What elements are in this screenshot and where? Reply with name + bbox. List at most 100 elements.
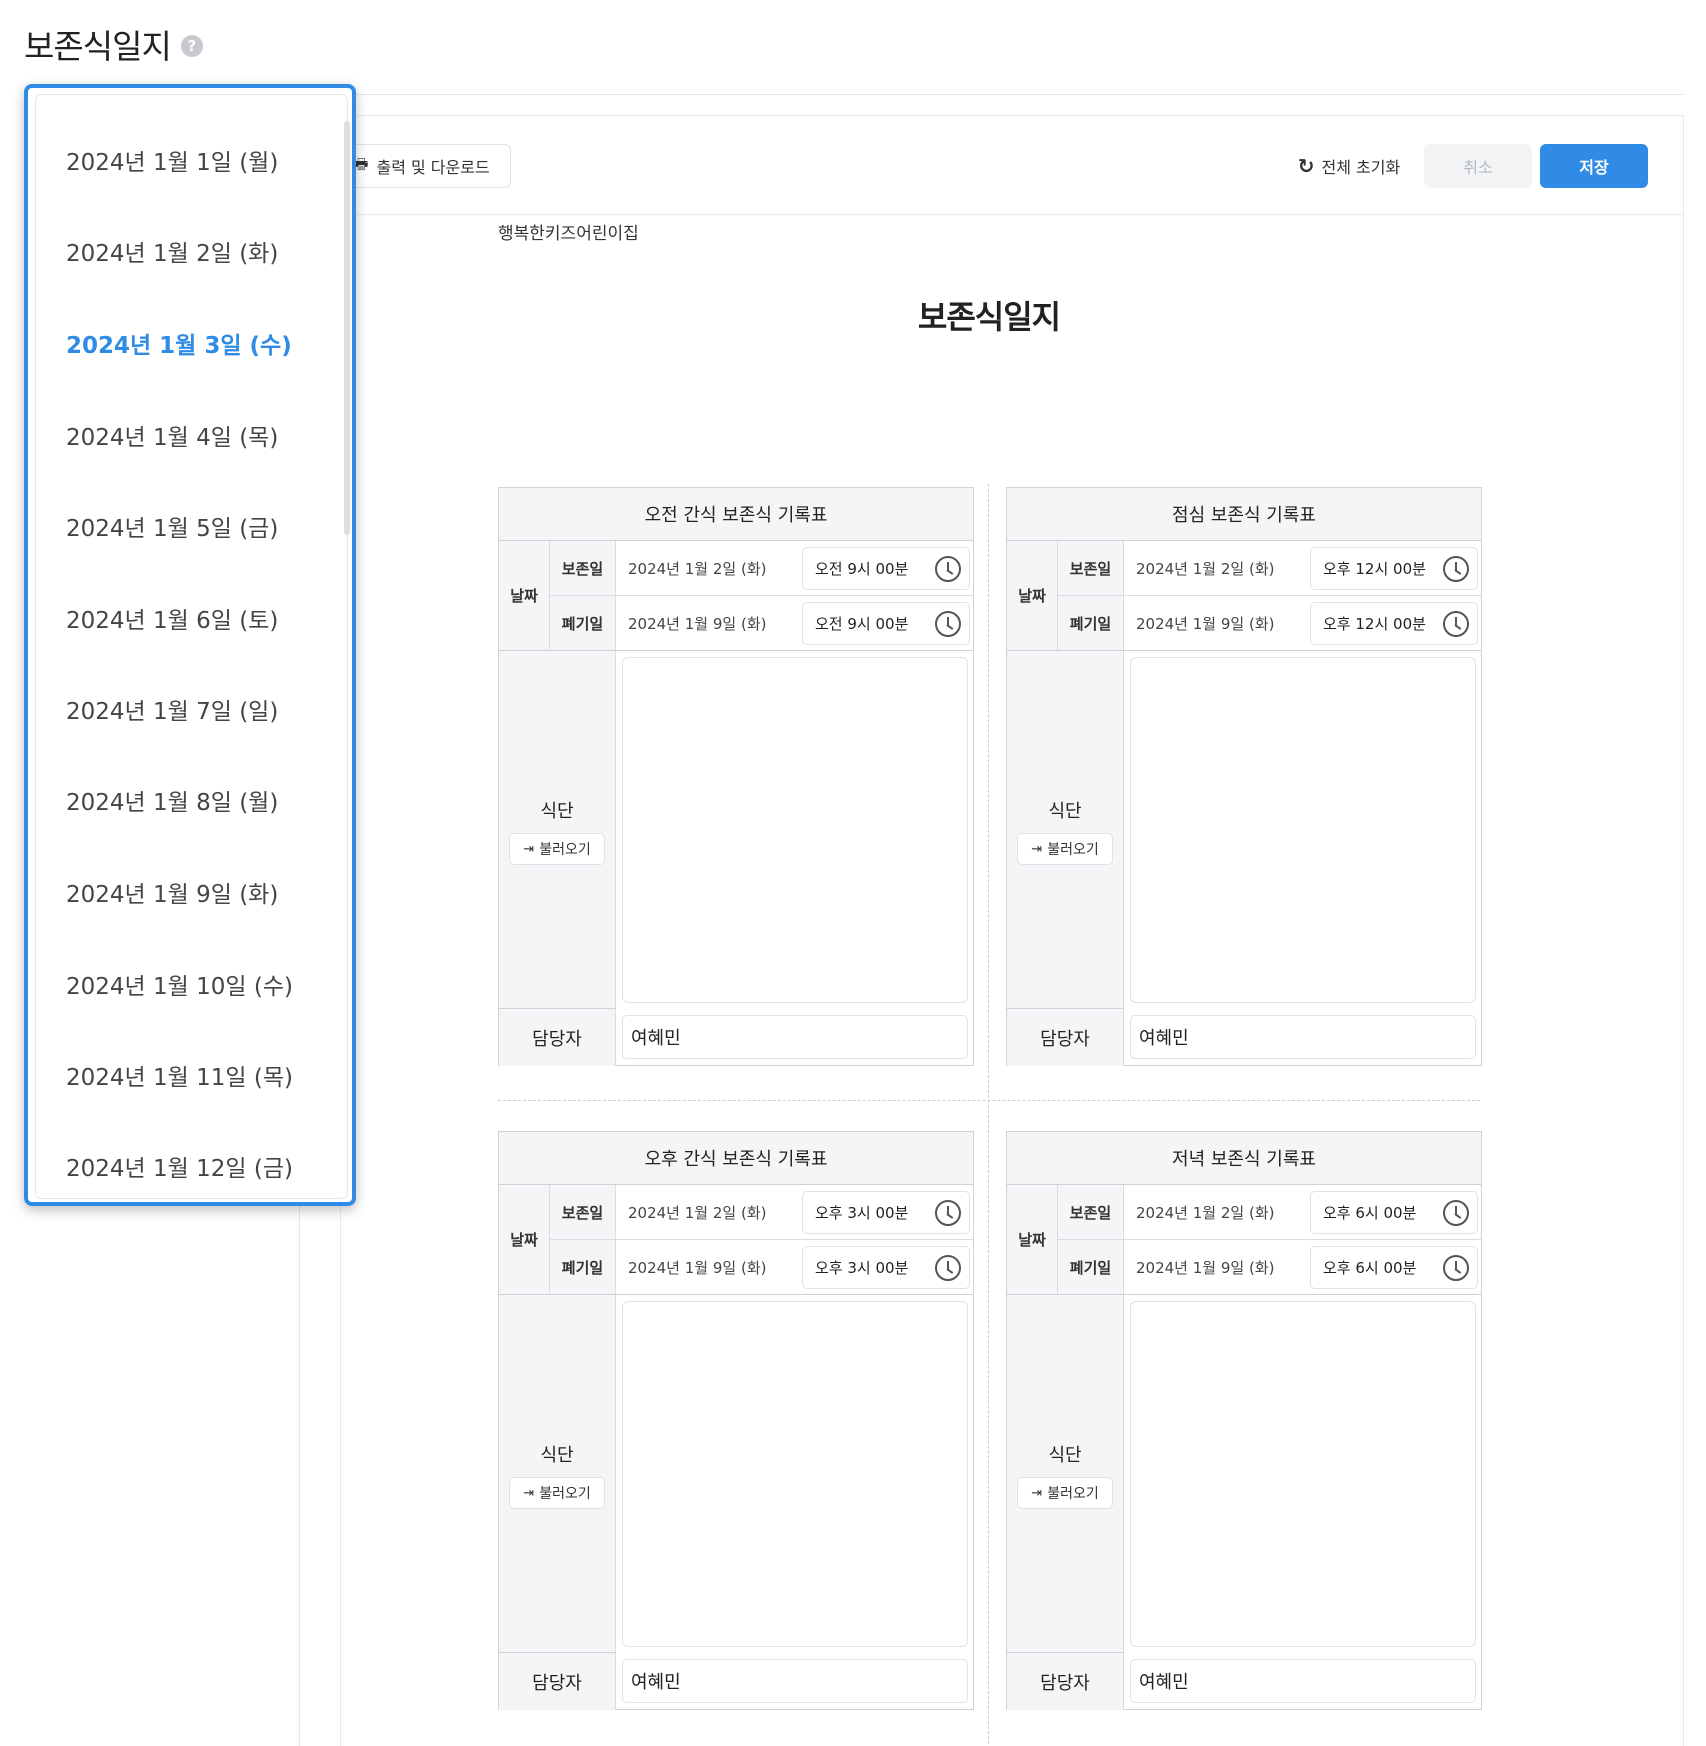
keep-time-picker[interactable]: 오후 6시 00분 <box>1310 1191 1478 1234</box>
keep-date-value[interactable]: 2024년 1월 2일 (화) <box>1136 1185 1274 1239</box>
manager-input[interactable]: 여혜민 <box>1130 1659 1476 1703</box>
load-menu-button[interactable]: ⇥ 불러오기 <box>1017 1477 1113 1509</box>
menu-label-cell: 식단 ⇥ 불러오기 <box>1007 651 1124 1009</box>
clock-icon <box>1443 556 1469 582</box>
keep-time-picker[interactable]: 오후 3시 00분 <box>802 1191 970 1234</box>
discard-time-picker[interactable]: 오후 6시 00분 <box>1310 1246 1478 1289</box>
discard-time-value: 오후 3시 00분 <box>815 1259 909 1277</box>
load-menu-button[interactable]: ⇥ 불러오기 <box>509 1477 605 1509</box>
date-option[interactable]: 2024년 1월 8일 (월) <box>66 780 278 820</box>
card-lunch: 점심 보존식 기록표 날짜 보존일 2024년 1월 2일 (화) 오후 12시… <box>1006 487 1482 1066</box>
clock-icon <box>1443 611 1469 637</box>
discard-time-picker[interactable]: 오후 3시 00분 <box>802 1246 970 1289</box>
toolbar: 🖶 출력 및 다운로드 ↻ 전체 초기화 취소 저장 <box>333 116 1683 215</box>
menu-label-cell: 식단 ⇥ 불러오기 <box>1007 1295 1124 1653</box>
clock-icon <box>1443 1255 1469 1281</box>
manager-input[interactable]: 여혜민 <box>622 1659 968 1703</box>
keep-time-value: 오후 6시 00분 <box>1323 1204 1417 1222</box>
keep-date-label: 보존일 <box>1058 1185 1124 1239</box>
discard-date-value[interactable]: 2024년 1월 9일 (화) <box>628 1240 766 1294</box>
discard-date-label: 폐기일 <box>1058 1240 1124 1294</box>
printer-icon: 🖶 <box>354 154 369 173</box>
keep-date-label: 보존일 <box>550 1185 616 1239</box>
manager-input[interactable]: 여혜민 <box>622 1015 968 1059</box>
manager-label: 담당자 <box>499 1653 616 1710</box>
keep-date-value[interactable]: 2024년 1월 2일 (화) <box>628 541 766 595</box>
discard-date-row: 폐기일 2024년 1월 9일 (화) 오후 6시 00분 <box>1058 1240 1481 1295</box>
keep-date-label: 보존일 <box>1058 541 1124 595</box>
load-menu-label: 불러오기 <box>539 1486 591 1502</box>
load-menu-button[interactable]: ⇥ 불러오기 <box>509 833 605 865</box>
clock-icon <box>1443 1200 1469 1226</box>
date-option[interactable]: 2024년 1월 7일 (일) <box>66 689 278 729</box>
keep-time-picker[interactable]: 오후 12시 00분 <box>1310 547 1478 590</box>
horizontal-divider <box>498 1100 1480 1101</box>
discard-time-picker[interactable]: 오전 9시 00분 <box>802 602 970 645</box>
cancel-button[interactable]: 취소 <box>1424 144 1532 188</box>
date-option[interactable]: 2024년 1월 11일 (목) <box>66 1055 293 1095</box>
load-menu-label: 불러오기 <box>539 842 591 858</box>
keep-date-value[interactable]: 2024년 1월 2일 (화) <box>1136 541 1274 595</box>
load-menu-label: 불러오기 <box>1047 842 1099 858</box>
menu-label: 식단 <box>540 801 574 822</box>
import-icon: ⇥ <box>1031 1485 1043 1501</box>
sidebar-divider <box>299 1200 300 1746</box>
discard-time-value: 오후 12시 00분 <box>1323 615 1426 633</box>
discard-time-value: 오후 6시 00분 <box>1323 1259 1417 1277</box>
menu-textarea[interactable] <box>622 1301 968 1647</box>
keep-date-row: 보존일 2024년 1월 2일 (화) 오후 3시 00분 <box>550 1185 973 1240</box>
discard-date-value[interactable]: 2024년 1월 9일 (화) <box>1136 596 1274 650</box>
date-option[interactable]: 2024년 1월 2일 (화) <box>66 231 278 271</box>
menu-label: 식단 <box>540 1445 574 1466</box>
card-morning-snack: 오전 간식 보존식 기록표 날짜 보존일 2024년 1월 2일 (화) 오전 … <box>498 487 974 1066</box>
question-circle-icon[interactable]: ? <box>180 35 203 57</box>
load-menu-button[interactable]: ⇥ 불러오기 <box>1017 833 1113 865</box>
discard-date-label: 폐기일 <box>1058 596 1124 650</box>
clock-icon <box>935 1255 961 1281</box>
import-icon: ⇥ <box>523 1485 535 1501</box>
date-option[interactable]: 2024년 1월 1일 (월) <box>66 140 278 180</box>
date-label: 날짜 <box>499 541 550 651</box>
date-label: 날짜 <box>499 1185 550 1295</box>
date-dropdown-list: 2024년 1월 1일 (월) 2024년 1월 2일 (화) 2024년 1월… <box>35 94 350 1199</box>
card-dinner: 저녁 보존식 기록표 날짜 보존일 2024년 1월 2일 (화) 오후 6시 … <box>1006 1131 1482 1710</box>
dropdown-scrollbar[interactable] <box>344 121 350 535</box>
manager-input[interactable]: 여혜민 <box>1130 1015 1476 1059</box>
discard-date-label: 폐기일 <box>550 596 616 650</box>
keep-date-row: 보존일 2024년 1월 2일 (화) 오후 6시 00분 <box>1058 1185 1481 1240</box>
org-name: 행복한키즈어린이집 <box>498 224 639 244</box>
keep-date-value[interactable]: 2024년 1월 2일 (화) <box>628 1185 766 1239</box>
date-option[interactable]: 2024년 1월 4일 (목) <box>66 415 278 455</box>
discard-date-label: 폐기일 <box>550 1240 616 1294</box>
save-button[interactable]: 저장 <box>1540 144 1648 188</box>
reset-all-button[interactable]: ↻ 전체 초기화 <box>1281 144 1417 188</box>
discard-time-value: 오전 9시 00분 <box>815 615 909 633</box>
date-option[interactable]: 2024년 1월 5일 (금) <box>66 506 278 546</box>
date-label: 날짜 <box>1007 541 1058 651</box>
menu-label: 식단 <box>1048 801 1082 822</box>
clock-icon <box>935 1200 961 1226</box>
discard-date-row: 폐기일 2024년 1월 9일 (화) 오후 12시 00분 <box>1058 596 1481 651</box>
card-title: 저녁 보존식 기록표 <box>1007 1132 1481 1185</box>
date-option-selected[interactable]: 2024년 1월 3일 (수) <box>66 323 292 363</box>
keep-time-picker[interactable]: 오전 9시 00분 <box>802 547 970 590</box>
card-title: 오전 간식 보존식 기록표 <box>499 488 973 541</box>
date-option[interactable]: 2024년 1월 10일 (수) <box>66 964 293 1004</box>
keep-date-row: 보존일 2024년 1월 2일 (화) 오후 12시 00분 <box>1058 541 1481 596</box>
discard-date-value[interactable]: 2024년 1월 9일 (화) <box>1136 1240 1274 1294</box>
date-option[interactable]: 2024년 1월 12일 (금) <box>66 1146 293 1186</box>
keep-time-value: 오후 3시 00분 <box>815 1204 909 1222</box>
date-option[interactable]: 2024년 1월 9일 (화) <box>66 872 278 912</box>
discard-date-row: 폐기일 2024년 1월 9일 (화) 오후 3시 00분 <box>550 1240 973 1295</box>
keep-date-row: 보존일 2024년 1월 2일 (화) 오전 9시 00분 <box>550 541 973 596</box>
menu-textarea[interactable] <box>1130 657 1476 1003</box>
menu-textarea[interactable] <box>622 657 968 1003</box>
menu-textarea[interactable] <box>1130 1301 1476 1647</box>
manager-label: 담당자 <box>1007 1009 1124 1066</box>
date-option[interactable]: 2024년 1월 6일 (토) <box>66 598 278 638</box>
date-dropdown[interactable]: 2024년 1월 1일 (월) 2024년 1월 2일 (화) 2024년 1월… <box>24 84 356 1206</box>
discard-date-row: 폐기일 2024년 1월 9일 (화) 오전 9시 00분 <box>550 596 973 651</box>
discard-time-picker[interactable]: 오후 12시 00분 <box>1310 602 1478 645</box>
discard-date-value[interactable]: 2024년 1월 9일 (화) <box>628 596 766 650</box>
print-download-button[interactable]: 🖶 출력 및 다운로드 <box>333 144 511 188</box>
